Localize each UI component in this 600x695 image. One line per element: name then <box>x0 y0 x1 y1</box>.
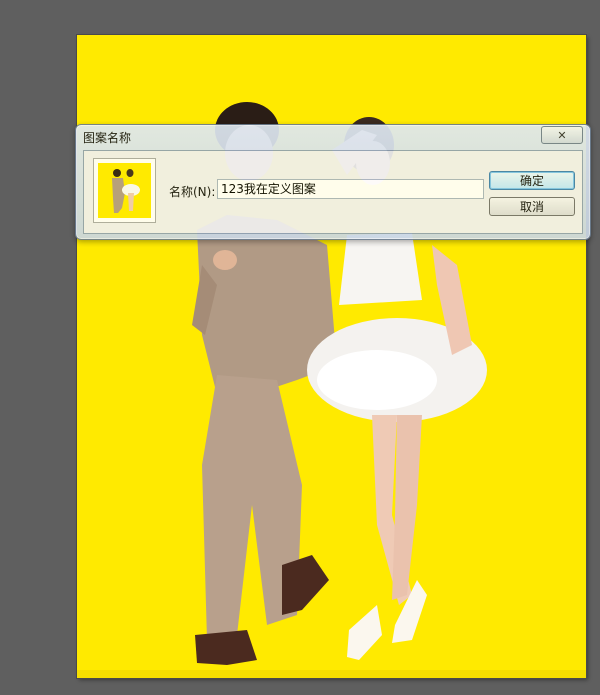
pattern-name-dialog: 图案名称 ✕ 名称(N): 123我在定义图案 确定 取消 <box>75 124 591 240</box>
thumbnail-photo-icon <box>112 169 140 213</box>
close-button[interactable]: ✕ <box>541 126 583 144</box>
ok-button[interactable]: 确定 <box>489 171 575 190</box>
dialog-titlebar[interactable]: 图案名称 ✕ <box>76 125 590 147</box>
cancel-button[interactable]: 取消 <box>489 197 575 216</box>
close-icon: ✕ <box>557 128 567 142</box>
pattern-name-input[interactable]: 123我在定义图案 <box>217 179 484 199</box>
dialog-title: 图案名称 <box>83 131 132 145</box>
name-label: 名称(N): <box>169 185 216 199</box>
pattern-preview <box>93 158 156 223</box>
dialog-body: 名称(N): 123我在定义图案 确定 取消 <box>83 150 583 234</box>
pattern-thumbnail <box>98 163 151 218</box>
